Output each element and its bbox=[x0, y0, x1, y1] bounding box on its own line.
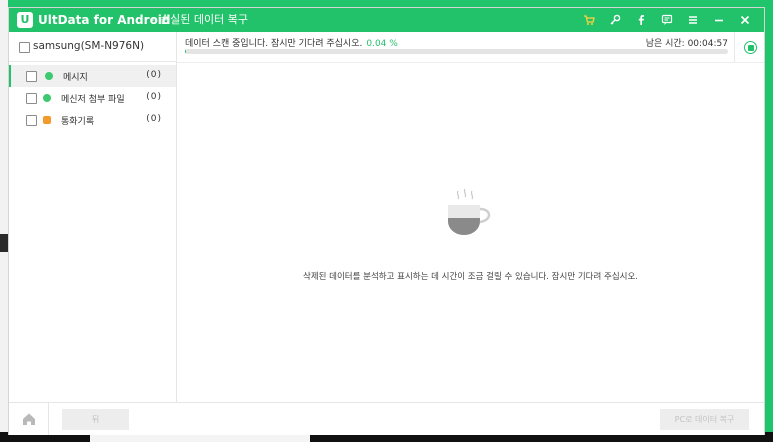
cart-icon[interactable] bbox=[576, 8, 602, 32]
scan-percent: 0.04 % bbox=[366, 39, 398, 49]
category-label: 통화기록 bbox=[61, 117, 95, 127]
scan-progress-fill bbox=[185, 49, 186, 54]
feedback-icon[interactable] bbox=[654, 8, 680, 32]
category-count: (0) bbox=[146, 92, 162, 102]
category-count: (0) bbox=[146, 114, 162, 124]
message-icon bbox=[45, 72, 53, 80]
desktop-background bbox=[0, 0, 8, 442]
category-count: (0) bbox=[146, 70, 162, 80]
divider bbox=[177, 62, 764, 63]
device-name: samsung(SM-N976N) bbox=[33, 40, 145, 52]
title-bar-controls bbox=[576, 8, 758, 32]
app-logo-icon: U bbox=[17, 12, 33, 28]
category-label: 메신저 첨부 파일 bbox=[61, 95, 125, 105]
sidebar-item-call-log[interactable]: 통화기록 (0) bbox=[9, 109, 176, 131]
close-icon[interactable] bbox=[732, 8, 758, 32]
category-checkbox[interactable] bbox=[26, 115, 37, 126]
scan-panel: 데이터 스캔 중입니다. 잠시만 기다려 주십시오. 0.04 % 남은 시간: … bbox=[177, 32, 764, 402]
desktop-background-fragment bbox=[0, 234, 8, 252]
scan-status-label: 데이터 스캔 중입니다. 잠시만 기다려 주십시오. bbox=[185, 39, 363, 49]
category-label: 메시지 bbox=[63, 73, 88, 83]
sidebar-item-messages[interactable]: 메시지 (0) bbox=[9, 65, 176, 87]
coffee-cup-icon bbox=[448, 188, 491, 235]
scan-progress-bar bbox=[185, 49, 728, 54]
recover-to-pc-button[interactable]: PC로 데이터 복구 bbox=[660, 409, 749, 430]
category-sidebar: samsung(SM-N976N) 메시지 (0) 메신저 첨부 파일 (0) … bbox=[9, 32, 177, 402]
call-log-icon bbox=[43, 116, 51, 124]
minimize-icon[interactable] bbox=[706, 8, 732, 32]
home-button[interactable] bbox=[9, 403, 49, 435]
title-separator: - bbox=[151, 13, 155, 26]
device-checkbox[interactable] bbox=[19, 42, 30, 53]
device-row[interactable]: samsung(SM-N976N) bbox=[9, 32, 176, 62]
home-icon bbox=[23, 413, 35, 425]
time-remaining: 남은 시간: 00:04:57 bbox=[645, 39, 728, 49]
stop-icon-core bbox=[748, 45, 754, 51]
menu-icon[interactable] bbox=[680, 8, 706, 32]
facebook-icon[interactable] bbox=[628, 8, 654, 32]
back-button[interactable]: 뒤 bbox=[62, 409, 129, 430]
sidebar-item-message-attachments[interactable]: 메신저 첨부 파일 (0) bbox=[9, 87, 176, 109]
category-checkbox[interactable] bbox=[26, 93, 37, 104]
category-checkbox[interactable] bbox=[26, 71, 37, 82]
message-attachment-icon bbox=[43, 94, 51, 102]
app-window: U UltData for Android - 손실된 데이터 복구 samsu… bbox=[8, 7, 765, 435]
title-bar: U UltData for Android - 손실된 데이터 복구 bbox=[9, 8, 764, 32]
stop-scan-button[interactable] bbox=[734, 32, 764, 62]
scan-status-text: 데이터 스캔 중입니다. 잠시만 기다려 주십시오. 0.04 % bbox=[185, 36, 398, 49]
wait-message: 삭제된 데이터를 분석하고 표시하는 데 시간이 조금 걸릴 수 있습니다. 잠… bbox=[303, 272, 638, 282]
window-subtitle: 손실된 데이터 복구 bbox=[160, 13, 248, 26]
key-icon[interactable] bbox=[602, 8, 628, 32]
footer-bar: 뒤 PC로 데이터 복구 bbox=[9, 402, 764, 435]
